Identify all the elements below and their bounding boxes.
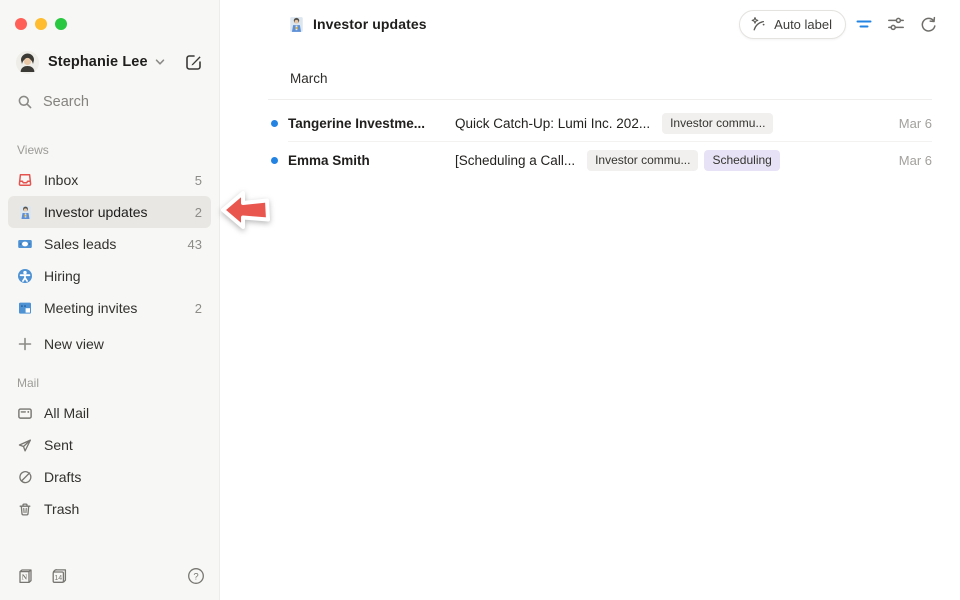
tag-scheduling[interactable]: Scheduling	[704, 150, 779, 171]
app-window: Stephanie Lee Search Views	[0, 0, 960, 600]
email-subject: [Scheduling a Call...	[455, 153, 575, 168]
sidebar-item-drafts[interactable]: Drafts	[8, 461, 211, 493]
svg-text:14: 14	[54, 575, 62, 582]
account-switcher[interactable]: Stephanie Lee	[0, 44, 219, 80]
email-sender: Tangerine Investme...	[288, 116, 455, 131]
email-tags: Investor commu...	[662, 113, 773, 134]
meeting-invites-icon	[17, 300, 33, 316]
auto-label-button[interactable]: Auto label	[739, 10, 846, 39]
unread-count: 5	[195, 173, 202, 188]
window-controls	[0, 0, 219, 44]
sidebar-item-inbox[interactable]: Inbox 5	[8, 164, 211, 196]
new-view-button[interactable]: New view	[8, 328, 211, 360]
drafts-icon	[17, 469, 33, 485]
email-row-tangerine[interactable]: Tangerine Investme... Quick Catch-Up: Lu…	[268, 105, 932, 142]
investor-updates-icon	[288, 16, 305, 33]
email-date: Mar 6	[899, 153, 932, 168]
view-header: Investor updates Auto label	[220, 0, 960, 48]
sliders-icon[interactable]	[882, 10, 910, 38]
email-sender: Emma Smith	[288, 153, 455, 168]
tag-investor-communications[interactable]: Investor commu...	[662, 113, 773, 134]
compose-button[interactable]	[182, 51, 205, 74]
filter-icon[interactable]	[850, 10, 878, 38]
mail-section-label: Mail	[0, 370, 219, 390]
unread-count: 43	[188, 237, 202, 252]
sales-leads-icon	[17, 236, 33, 252]
email-subject: Quick Catch-Up: Lumi Inc. 202...	[455, 116, 650, 131]
unread-dot	[271, 120, 278, 127]
help-icon[interactable]: ?	[187, 567, 205, 585]
email-row-emma-smith[interactable]: Emma Smith [Scheduling a Call... Investo…	[268, 142, 932, 179]
mail-list-nav: All Mail Sent Drafts Trash	[0, 390, 219, 525]
trash-icon	[17, 501, 33, 517]
date-group-label: March	[290, 71, 328, 86]
views-list: Inbox 5 Investor updates 2 Sales leads 4…	[0, 157, 219, 360]
refresh-icon[interactable]	[914, 10, 942, 38]
all-mail-icon	[17, 405, 33, 421]
search-label: Search	[43, 94, 89, 110]
sidebar: Stephanie Lee Search Views	[0, 0, 220, 600]
minimize-window-button[interactable]	[35, 18, 47, 30]
svg-text:?: ?	[193, 571, 198, 582]
sidebar-item-sent[interactable]: Sent	[8, 429, 211, 461]
sidebar-footer: N 14 ?	[0, 556, 219, 600]
unread-count: 2	[195, 301, 202, 316]
investor-updates-icon	[17, 204, 33, 220]
unread-count: 2	[195, 205, 202, 220]
email-date: Mar 6	[899, 116, 932, 131]
chevron-down-icon	[154, 56, 166, 68]
page-title: Investor updates	[313, 16, 427, 32]
hiring-icon	[17, 268, 33, 284]
email-tags: Investor commu... Scheduling	[587, 150, 780, 171]
unread-dot	[271, 157, 278, 164]
sent-icon	[17, 437, 33, 453]
close-window-button[interactable]	[15, 18, 27, 30]
tag-investor-communications[interactable]: Investor commu...	[587, 150, 698, 171]
inbox-icon	[17, 172, 33, 188]
email-list: Tangerine Investme... Quick Catch-Up: Lu…	[268, 100, 932, 179]
search-button[interactable]: Search	[8, 85, 211, 119]
date-group-header: March	[268, 48, 932, 100]
plus-icon	[17, 336, 33, 352]
svg-text:N: N	[22, 572, 28, 581]
sidebar-item-hiring[interactable]: Hiring	[8, 260, 211, 292]
notion-calendar-icon[interactable]: 14	[49, 567, 69, 586]
avatar	[16, 51, 39, 74]
sidebar-item-all-mail[interactable]: All Mail	[8, 397, 211, 429]
sidebar-item-sales-leads[interactable]: Sales leads 43	[8, 228, 211, 260]
sidebar-item-trash[interactable]: Trash	[8, 493, 211, 525]
main-panel: Investor updates Auto label March	[220, 0, 960, 600]
search-icon	[17, 94, 33, 110]
zoom-window-button[interactable]	[55, 18, 67, 30]
sidebar-item-meeting-invites[interactable]: Meeting invites 2	[8, 292, 211, 324]
views-section-label: Views	[0, 137, 219, 157]
sparkle-label-icon	[750, 16, 767, 33]
sidebar-item-investor-updates[interactable]: Investor updates 2	[8, 196, 211, 228]
account-name: Stephanie Lee	[48, 54, 148, 70]
notion-icon[interactable]: N	[16, 567, 35, 586]
